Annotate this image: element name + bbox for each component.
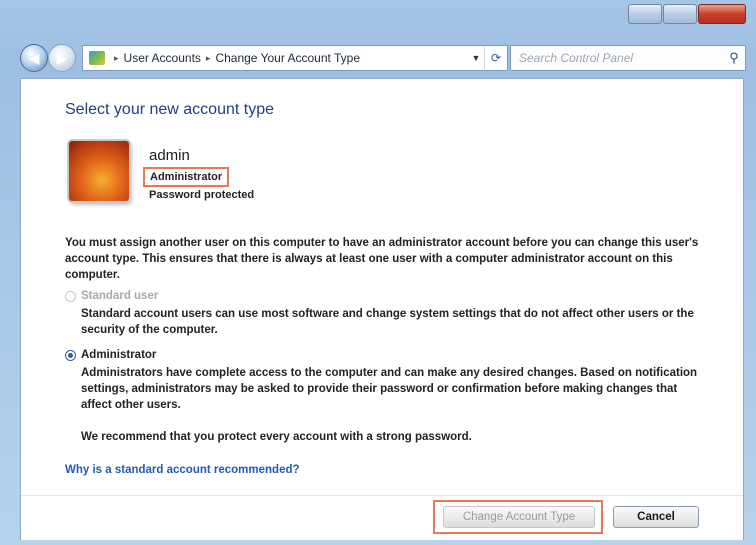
- administrator-description: Administrators have complete access to t…: [81, 367, 698, 411]
- window: ◀ ▶ ▸ User Accounts ▸ Change Your Accoun…: [0, 0, 756, 545]
- radio-standard-user[interactable]: [65, 290, 76, 302]
- breadcrumb-chevron-icon[interactable]: ▸: [114, 53, 119, 64]
- page-title: Select your new account type: [65, 101, 275, 118]
- control-panel-icon: [89, 51, 105, 65]
- radio-label-standard-user: Standard user: [81, 290, 159, 302]
- navigation-bar: ◀ ▶ ▸ User Accounts ▸ Change Your Accoun…: [16, 40, 746, 74]
- recommendation-text: We recommend that you protect every acco…: [81, 431, 472, 443]
- forward-arrow-icon[interactable]: ▶: [48, 44, 76, 72]
- content-pane: Select your new account type admin Admin…: [20, 78, 744, 540]
- radio-option-administrator[interactable]: Administrator: [65, 349, 156, 361]
- search-input[interactable]: Search Control Panel: [511, 51, 723, 65]
- footer: Change Account Type Cancel: [21, 495, 743, 540]
- title-bar: [0, 0, 756, 34]
- user-name: admin: [149, 147, 190, 164]
- radio-label-administrator: Administrator: [81, 349, 157, 361]
- breadcrumb-item-user-accounts[interactable]: User Accounts: [124, 51, 201, 65]
- address-bar[interactable]: ▸ User Accounts ▸ Change Your Account Ty…: [82, 45, 508, 71]
- breadcrumb-chevron-icon[interactable]: ▸: [206, 53, 211, 64]
- radio-administrator[interactable]: [65, 349, 76, 361]
- cancel-button[interactable]: Cancel: [613, 506, 699, 528]
- maximize-button[interactable]: [663, 4, 697, 24]
- user-picture: [69, 141, 129, 201]
- search-icon[interactable]: ⚲: [723, 50, 745, 66]
- breadcrumb-item-change-account-type[interactable]: Change Your Account Type: [215, 51, 360, 65]
- address-dropdown-icon[interactable]: ▼: [468, 53, 484, 63]
- minimize-button[interactable]: [628, 4, 662, 24]
- radio-option-standard[interactable]: Standard user: [65, 290, 158, 302]
- password-status: Password protected: [149, 189, 255, 201]
- user-role: Administrator: [143, 167, 230, 187]
- why-standard-link[interactable]: Why is a standard account recommended?: [65, 464, 300, 476]
- change-account-type-button[interactable]: Change Account Type: [443, 506, 595, 528]
- warning-text: You must assign another user on this com…: [65, 237, 699, 281]
- close-button[interactable]: [698, 4, 746, 24]
- standard-user-description: Standard account users can use most soft…: [81, 308, 694, 336]
- back-arrow-icon[interactable]: ◀: [20, 44, 48, 72]
- window-controls: [628, 4, 746, 24]
- refresh-icon[interactable]: ⟳: [484, 47, 507, 69]
- search-box[interactable]: Search Control Panel ⚲: [510, 45, 746, 71]
